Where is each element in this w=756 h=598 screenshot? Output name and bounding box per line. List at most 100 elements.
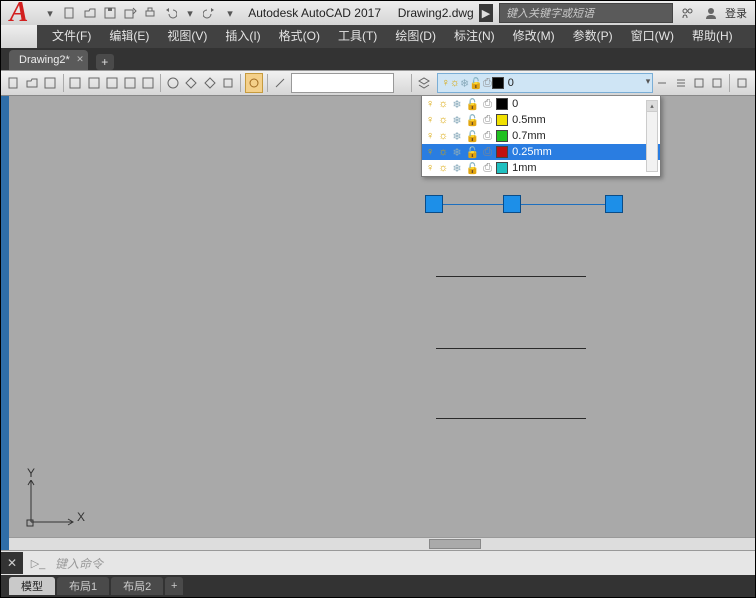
layer-option[interactable]: ♀☼❄🔓⎙ 1mm xyxy=(422,160,660,176)
tool-b-icon[interactable] xyxy=(86,74,102,92)
tab-layout1[interactable]: 布局1 xyxy=(57,577,109,595)
menu-dim[interactable]: 标注(N) xyxy=(445,25,504,48)
saveas-icon[interactable] xyxy=(121,4,139,22)
freeze-icon: ❄ xyxy=(460,77,469,90)
lock-icon: 🔓 xyxy=(469,77,483,90)
command-input[interactable]: 键入命令 xyxy=(49,555,755,572)
menu-insert[interactable]: 插入(I) xyxy=(216,25,269,48)
app-logo-icon[interactable]: A xyxy=(1,0,37,29)
tool-save-icon[interactable] xyxy=(42,74,58,92)
menu-file[interactable]: 文件(F) xyxy=(43,25,100,48)
menu-modify[interactable]: 修改(M) xyxy=(504,25,564,48)
ucs-icon: Y X xyxy=(25,466,85,530)
tab-layout2[interactable]: 布局2 xyxy=(111,577,163,595)
grip-handle[interactable] xyxy=(425,195,443,213)
tool-c-icon[interactable] xyxy=(104,74,120,92)
tool-open-icon[interactable] xyxy=(24,74,40,92)
ucs-x-label: X xyxy=(77,510,85,524)
layer-option-label: 0.7mm xyxy=(512,130,546,142)
layer-color-swatch xyxy=(496,162,508,174)
new-icon[interactable] xyxy=(61,4,79,22)
command-line: ✕ ▷_ 键入命令 xyxy=(1,550,755,575)
menu-view[interactable]: 视图(V) xyxy=(158,25,216,48)
menu-help[interactable]: 帮助(H) xyxy=(683,25,742,48)
document-tabs: Drawing2* ✕ + xyxy=(1,48,755,70)
chevron-down-icon: ▾ xyxy=(646,76,651,87)
user-avatar-icon[interactable] xyxy=(701,3,721,23)
redo-icon[interactable] xyxy=(201,4,219,22)
layer-dropdown[interactable]: ♀ ☼ ❄ 🔓 ⎙ 0 ▾ xyxy=(437,73,654,93)
keyword-search-input[interactable]: 键入关键字或短语 xyxy=(499,3,673,23)
tool-j-icon[interactable] xyxy=(245,73,263,93)
menu-param[interactable]: 参数(P) xyxy=(564,25,622,48)
layer-manager-icon[interactable] xyxy=(415,74,431,92)
layer-color-swatch xyxy=(496,98,508,110)
command-prompt-icon: ▷_ xyxy=(27,552,49,574)
login-link[interactable]: 登录 xyxy=(725,5,747,21)
add-layout-button[interactable]: + xyxy=(165,577,183,595)
drawn-line[interactable] xyxy=(436,348,586,349)
dropdown-scrollbar[interactable]: ▴ xyxy=(646,100,658,172)
layer-color-swatch xyxy=(496,114,508,126)
menu-tools[interactable]: 工具(T) xyxy=(329,25,386,48)
save-icon[interactable] xyxy=(101,4,119,22)
tool-h-icon[interactable] xyxy=(202,74,218,92)
menu-draw[interactable]: 绘图(D) xyxy=(386,25,445,48)
layer-option[interactable]: ♀☼❄🔓⎙ 0 xyxy=(422,96,660,112)
drawn-line[interactable] xyxy=(436,418,586,419)
tool-k-icon[interactable] xyxy=(272,74,288,92)
main-toolbar: ♀ ☼ ❄ 🔓 ⎙ 0 ▾ xyxy=(1,70,755,96)
menu-edit[interactable]: 编辑(E) xyxy=(100,25,158,48)
tool-r1-icon[interactable] xyxy=(654,74,670,92)
tool-a-icon[interactable] xyxy=(67,74,83,92)
layer-option[interactable]: ♀☼❄🔓⎙ 0.7mm xyxy=(422,128,660,144)
grip-handle[interactable] xyxy=(605,195,623,213)
tool-d-icon[interactable] xyxy=(122,74,138,92)
layer-option-label: 0.25mm xyxy=(512,146,552,158)
open-icon[interactable] xyxy=(81,4,99,22)
layer-option-label: 0.5mm xyxy=(512,114,546,126)
layer-color-swatch xyxy=(496,130,508,142)
drawing-canvas[interactable]: ♀☼❄🔓⎙ 0 ♀☼❄🔓⎙ 0.5mm ♀☼❄🔓⎙ 0.7mm ♀☼❄🔓⎙ 0.… xyxy=(1,96,755,550)
grip-handle[interactable] xyxy=(503,195,521,213)
tool-r5-icon[interactable] xyxy=(734,74,750,92)
layer-dropdown-panel: ♀☼❄🔓⎙ 0 ♀☼❄🔓⎙ 0.5mm ♀☼❄🔓⎙ 0.7mm ♀☼❄🔓⎙ 0.… xyxy=(421,96,661,177)
undo-dropdown-icon[interactable]: ▾ xyxy=(181,4,199,22)
tool-f-icon[interactable] xyxy=(165,74,181,92)
canvas-h-scrollbar[interactable] xyxy=(9,537,755,550)
undo-icon[interactable] xyxy=(161,4,179,22)
tool-r3-icon[interactable] xyxy=(691,74,707,92)
add-tab-button[interactable]: + xyxy=(96,54,114,70)
menu-format[interactable]: 格式(O) xyxy=(270,25,329,48)
tool-g-icon[interactable] xyxy=(183,74,199,92)
ucs-y-label: Y xyxy=(27,466,85,480)
tool-r4-icon[interactable] xyxy=(709,74,725,92)
command-close-icon[interactable]: ✕ xyxy=(1,552,23,574)
redo-dropdown-icon[interactable]: ▾ xyxy=(221,4,239,22)
layer-color-swatch xyxy=(496,146,508,158)
drawn-line[interactable] xyxy=(436,276,586,277)
tool-e-icon[interactable] xyxy=(140,74,156,92)
search-go-icon[interactable]: ▶ xyxy=(479,4,493,22)
tool-r2-icon[interactable] xyxy=(672,74,688,92)
menu-bar: 文件(F) 编辑(E) 视图(V) 插入(I) 格式(O) 工具(T) 绘图(D… xyxy=(37,25,755,48)
signin-icon[interactable] xyxy=(677,3,697,23)
toolbar-field[interactable] xyxy=(291,73,394,93)
menu-window[interactable]: 窗口(W) xyxy=(622,25,683,48)
layer-option-selected[interactable]: ♀☼❄🔓⎙ 0.25mm xyxy=(422,144,660,160)
print-icon[interactable] xyxy=(141,4,159,22)
document-name: Drawing2.dwg xyxy=(398,6,474,20)
layout-tabs: 模型 布局1 布局2 + xyxy=(1,575,755,597)
tab-model[interactable]: 模型 xyxy=(9,577,55,595)
layer-option[interactable]: ♀☼❄🔓⎙ 0.5mm xyxy=(422,112,660,128)
tool-i-icon[interactable] xyxy=(220,74,236,92)
sun-icon: ☼ xyxy=(450,77,460,89)
tool-new-icon[interactable] xyxy=(6,74,22,92)
close-tab-icon[interactable]: ✕ xyxy=(76,54,84,65)
document-tab[interactable]: Drawing2* ✕ xyxy=(9,50,88,70)
selected-line[interactable] xyxy=(429,204,619,205)
print-layer-icon: ⎙ xyxy=(483,77,492,90)
title-bar: A ▾ ▾ ▾ Autodesk AutoCAD 2017 Drawing2.d… xyxy=(1,1,755,25)
qat-menu-icon[interactable]: ▾ xyxy=(41,4,59,22)
document-tab-label: Drawing2* xyxy=(19,54,70,66)
